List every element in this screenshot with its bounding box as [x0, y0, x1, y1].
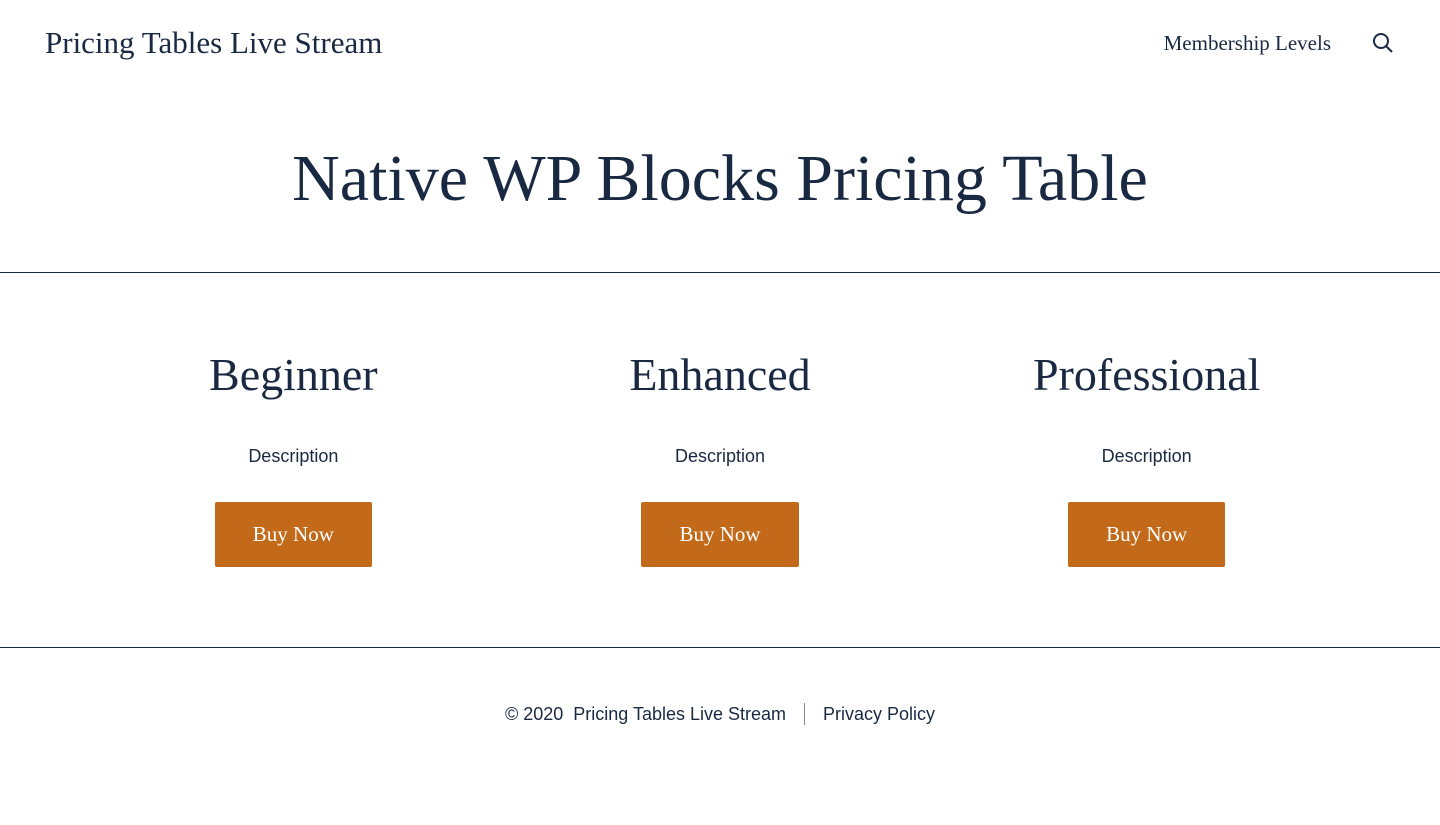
site-title[interactable]: Pricing Tables Live Stream: [45, 25, 382, 61]
plan-description: Description: [248, 446, 338, 467]
plan-professional: Professional Description Buy Now: [933, 348, 1360, 567]
site-header: Pricing Tables Live Stream Membership Le…: [0, 0, 1440, 86]
plan-title: Beginner: [209, 348, 378, 401]
site-footer: © 2020 Pricing Tables Live Stream Privac…: [0, 648, 1440, 780]
pricing-table: Beginner Description Buy Now Enhanced De…: [0, 273, 1440, 647]
page-title: Native WP Blocks Pricing Table: [0, 141, 1440, 217]
footer-site-link[interactable]: Pricing Tables Live Stream: [573, 704, 786, 725]
footer-copyright: © 2020: [505, 704, 563, 725]
plan-description: Description: [675, 446, 765, 467]
plan-description: Description: [1102, 446, 1192, 467]
plan-enhanced: Enhanced Description Buy Now: [507, 348, 934, 567]
plan-beginner: Beginner Description Buy Now: [80, 348, 507, 567]
footer-separator: [804, 703, 805, 725]
plan-title: Professional: [1033, 348, 1260, 401]
footer-privacy-link[interactable]: Privacy Policy: [823, 704, 935, 725]
buy-now-button[interactable]: Buy Now: [215, 502, 372, 567]
plan-title: Enhanced: [629, 348, 810, 401]
nav-membership-levels[interactable]: Membership Levels: [1164, 31, 1331, 56]
buy-now-button[interactable]: Buy Now: [1068, 502, 1225, 567]
buy-now-button[interactable]: Buy Now: [641, 502, 798, 567]
header-nav: Membership Levels: [1164, 31, 1395, 56]
search-icon[interactable]: [1371, 31, 1395, 55]
